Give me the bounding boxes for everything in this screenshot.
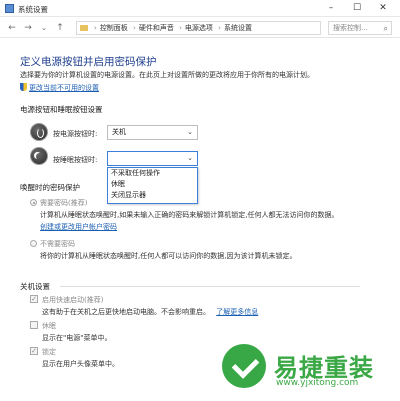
require-password-desc: 计算机从睡眠状态唤醒时,如果未输入正确的密码来解锁计算机锁定,任何人都无法访问你… (40, 211, 339, 219)
breadcrumb-item[interactable]: 电源选项 (185, 24, 213, 32)
power-button-icon (30, 123, 48, 141)
power-options-icon (5, 4, 14, 13)
dropdown-option[interactable]: 不采取任何操作 (108, 168, 197, 179)
search-icon: ⌕ (383, 24, 388, 33)
recent-dropdown-icon[interactable]: ⌄ (38, 22, 50, 34)
lock-desc: 显示在用户头像菜单中。 (42, 360, 119, 368)
section-wake-title: 唤醒时的密码保护 (20, 183, 80, 192)
chevron-down-icon: ⌄ (187, 128, 193, 136)
change-settings-link[interactable]: 更改当前不可用的设置 (20, 83, 99, 93)
power-button-label: 按电源按钮时: (53, 130, 98, 138)
watermark-url: www.yjxitong.com (276, 378, 359, 388)
sleep-button-label: 按睡眠按钮时: (53, 156, 98, 164)
fast-startup-desc: 这有助于在关机之后更快地启动电脑。不会影响重启。 了解更多信息 (42, 307, 258, 317)
fast-startup-checkbox[interactable]: ✓ (30, 295, 38, 303)
uac-shield-icon (20, 83, 27, 91)
address-bar: ← → ⌄ ↑ › 控制面板 › 硬件和声音 › 电源选项 › 系统设置 搜索控制...… (0, 18, 400, 38)
close-button[interactable]: ✕ (372, 1, 394, 16)
breadcrumb-item[interactable]: 系统设置 (224, 24, 252, 32)
section-buttons-title: 电源按钮和睡眠按钮设置 (20, 105, 103, 114)
search-input[interactable]: 搜索控制... ⌕ (328, 21, 392, 35)
breadcrumb[interactable]: › 控制面板 › 硬件和声音 › 电源选项 › 系统设置 (76, 21, 321, 35)
no-password-desc: 将你的计算机从睡眠状态唤醒时,任何人都可以访问你的数据,因为该计算机未锁定。 (40, 252, 297, 260)
learn-more-link[interactable]: 了解更多信息 (216, 308, 258, 316)
window-title: 系统设置 (18, 5, 48, 14)
sleep-options-dropdown[interactable]: 不采取任何操作 休眠 关闭显示器 (107, 167, 198, 204)
minimize-button[interactable]: – (320, 1, 342, 16)
account-password-link[interactable]: 创建或更改用户帐户密码 (40, 222, 117, 232)
lock-checkbox[interactable]: ✓ (30, 347, 38, 355)
hibernate-checkbox[interactable] (30, 321, 38, 329)
hibernate-label: 休眠 (42, 322, 56, 330)
fast-startup-label: 启用快速启动(推荐) (42, 296, 104, 304)
chevron-down-icon: ⌄ (187, 154, 193, 162)
power-button-value: 关机 (112, 128, 126, 136)
change-settings-label[interactable]: 更改当前不可用的设置 (29, 84, 99, 92)
divider (60, 286, 360, 287)
fast-startup-desc-text: 这有助于在关机之后更快地启动电脑。不会影响重启。 (42, 308, 210, 316)
title-bar: 系统设置 – ☐ ✕ (0, 0, 400, 17)
no-password-label: 不需要密码 (40, 240, 75, 248)
forward-arrow-icon[interactable]: → (22, 22, 34, 34)
site-watermark: 易捷重装 www.yjxitong.com (222, 342, 397, 398)
sleep-button-select[interactable]: ⌄ (107, 151, 198, 166)
lock-label: 锁定 (42, 348, 56, 356)
breadcrumb-item[interactable]: 硬件和声音 (139, 24, 174, 32)
hibernate-desc: 显示在"电源"菜单中。 (42, 334, 112, 342)
back-arrow-icon[interactable]: ← (6, 22, 18, 34)
intro-text: 选择要为你的计算机设置的电源设置。在此页上对设置所做的更改将应用于你所有的电源计… (20, 71, 314, 79)
up-arrow-icon[interactable]: ↑ (54, 22, 66, 34)
dropdown-option[interactable]: 关闭显示器 (108, 190, 197, 201)
folder-icon (80, 25, 88, 31)
breadcrumb-item[interactable]: 控制面板 (100, 24, 128, 32)
section-shutdown-title: 关机设置 (20, 282, 50, 291)
require-password-label: 需要密码(推荐) (40, 199, 88, 207)
require-password-radio[interactable] (30, 199, 37, 206)
checkmark-logo-icon (222, 344, 266, 388)
search-placeholder: 搜索控制... (333, 24, 368, 32)
maximize-button[interactable]: ☐ (346, 1, 368, 16)
sleep-button-icon (30, 147, 48, 165)
dropdown-option[interactable]: 休眠 (108, 179, 197, 190)
page-title: 定义电源按钮并启用密码保护 (20, 56, 157, 68)
no-password-radio[interactable] (30, 240, 37, 247)
power-button-select[interactable]: 关机 ⌄ (107, 125, 198, 140)
